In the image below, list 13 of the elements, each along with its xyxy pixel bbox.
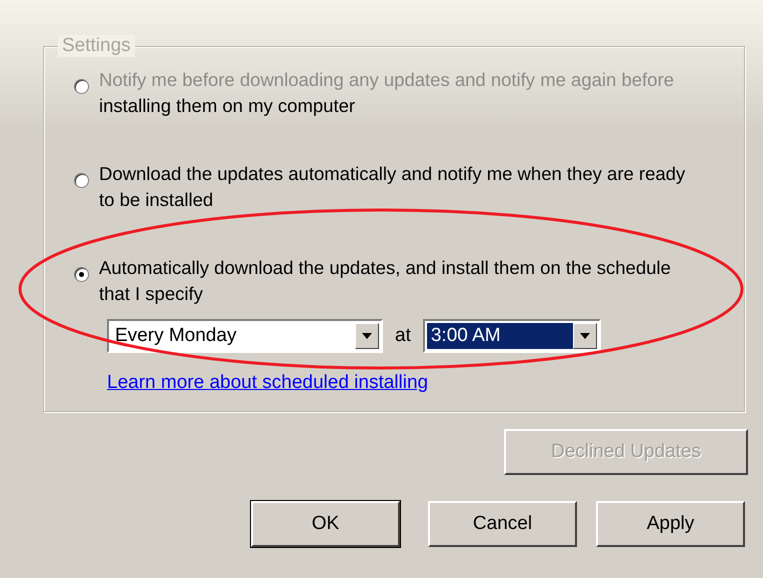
at-label: at <box>394 325 412 347</box>
group-title: Settings <box>58 35 135 57</box>
option-label: Automatically download the updates, and install them on the schedule that I specify <box>99 256 672 306</box>
dialog-button[interactable]: Apply <box>596 501 745 547</box>
radio-button[interactable] <box>74 79 89 94</box>
dialog-button[interactable]: Cancel <box>428 501 577 547</box>
radio-button[interactable] <box>74 173 89 188</box>
radio-button[interactable] <box>74 267 89 282</box>
learn-more-link[interactable]: Learn more about scheduled installing <box>107 371 428 395</box>
option-label: Download the updates automatically and notify me when they are ready to be installed <box>99 162 686 212</box>
day-dropdown[interactable]: Every Monday <box>107 319 383 353</box>
dialog-button[interactable]: OK <box>251 501 400 547</box>
time-dropdown[interactable]: 3:00 AM <box>422 319 601 353</box>
